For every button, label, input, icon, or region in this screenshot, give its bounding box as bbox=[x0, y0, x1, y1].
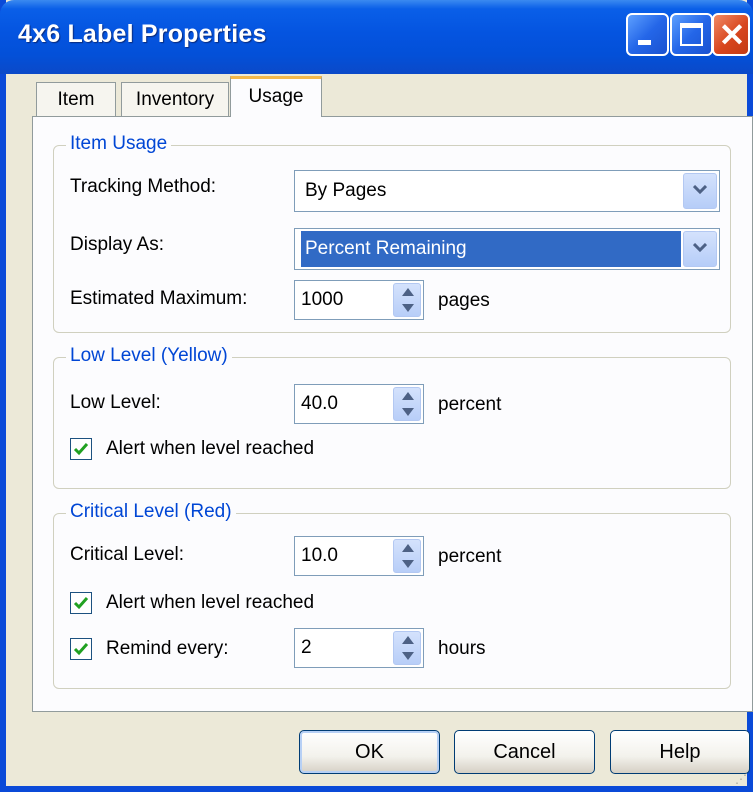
arrow-up-icon bbox=[402, 636, 414, 644]
low-level-alert-checkbox[interactable] bbox=[70, 438, 92, 460]
title-bar[interactable]: 4x6 Label Properties ✕ bbox=[0, 0, 753, 74]
arrow-down-icon bbox=[402, 304, 414, 312]
chevron-down-icon bbox=[693, 185, 707, 195]
estimated-maximum-stepper[interactable]: 1000 bbox=[294, 280, 424, 320]
low-level-legend: Low Level (Yellow) bbox=[66, 345, 232, 367]
checkmark-icon bbox=[73, 643, 89, 656]
display-as-dropdown-button[interactable] bbox=[683, 231, 717, 267]
help-button[interactable]: Help bbox=[610, 730, 750, 774]
arrow-down-icon bbox=[402, 652, 414, 660]
tracking-method-value: By Pages bbox=[305, 180, 387, 201]
low-level-alert-label: Alert when level reached bbox=[106, 438, 315, 459]
critical-level-alert-checkbox[interactable] bbox=[70, 592, 92, 614]
estimated-maximum-value: 1000 bbox=[301, 289, 344, 310]
arrow-up-icon bbox=[402, 544, 414, 552]
maximize-button[interactable] bbox=[670, 13, 713, 56]
window-title: 4x6 Label Properties bbox=[18, 20, 267, 48]
remind-every-label: Remind every: bbox=[106, 638, 229, 659]
arrow-up-icon bbox=[402, 288, 414, 296]
maximize-icon bbox=[680, 23, 703, 46]
arrow-down-icon bbox=[402, 408, 414, 416]
close-button[interactable]: ✕ bbox=[712, 13, 750, 56]
tracking-method-label: Tracking Method: bbox=[70, 176, 217, 197]
critical-level-legend: Critical Level (Red) bbox=[66, 501, 236, 523]
remind-every-checkbox[interactable] bbox=[70, 638, 92, 660]
critical-level-spin-button[interactable] bbox=[393, 539, 421, 573]
arrow-down-icon bbox=[402, 560, 414, 568]
item-usage-group: Item Usage Tracking Method: By Pages Dis… bbox=[53, 133, 731, 333]
low-level-spin-button[interactable] bbox=[393, 387, 421, 421]
critical-level-label: Critical Level: bbox=[70, 544, 185, 565]
low-level-group: Low Level (Yellow) Low Level: 40.0 perce… bbox=[53, 345, 731, 489]
resize-grip-icon[interactable]: ⋰ bbox=[735, 773, 747, 785]
remind-every-value: 2 bbox=[301, 637, 312, 658]
estimated-maximum-label: Estimated Maximum: bbox=[70, 288, 248, 309]
low-level-label: Low Level: bbox=[70, 392, 161, 413]
critical-level-group: Critical Level (Red) Critical Level: 10.… bbox=[53, 501, 731, 689]
properties-dialog: 4x6 Label Properties ✕ Item Inventory Us… bbox=[0, 0, 753, 792]
ok-button[interactable]: OK bbox=[299, 730, 440, 774]
tracking-method-dropdown-button[interactable] bbox=[683, 173, 717, 209]
chevron-down-icon bbox=[693, 243, 707, 253]
low-level-stepper[interactable]: 40.0 bbox=[294, 384, 424, 424]
display-as-label: Display As: bbox=[70, 234, 164, 255]
estimated-maximum-unit: pages bbox=[438, 290, 490, 311]
checkmark-icon bbox=[73, 443, 89, 456]
arrow-up-icon bbox=[402, 392, 414, 400]
item-usage-legend: Item Usage bbox=[66, 133, 172, 155]
close-icon: ✕ bbox=[718, 17, 746, 53]
critical-level-alert-label: Alert when level reached bbox=[106, 592, 315, 613]
minimize-button[interactable] bbox=[626, 13, 669, 56]
critical-level-value: 10.0 bbox=[301, 545, 338, 566]
tracking-method-select[interactable]: By Pages bbox=[294, 170, 720, 212]
display-as-value: Percent Remaining bbox=[301, 231, 681, 267]
usage-tab-panel: Item Usage Tracking Method: By Pages Dis… bbox=[32, 116, 753, 712]
remind-every-spin-button[interactable] bbox=[393, 631, 421, 665]
remind-every-unit: hours bbox=[438, 638, 486, 659]
minimize-icon bbox=[638, 40, 651, 45]
tab-inventory[interactable]: Inventory bbox=[121, 82, 229, 116]
estimated-maximum-spin-button[interactable] bbox=[393, 283, 421, 317]
tab-usage[interactable]: Usage bbox=[230, 76, 322, 117]
critical-level-stepper[interactable]: 10.0 bbox=[294, 536, 424, 576]
checkmark-icon bbox=[73, 597, 89, 610]
display-as-select[interactable]: Percent Remaining bbox=[294, 228, 720, 270]
cancel-button[interactable]: Cancel bbox=[454, 730, 595, 774]
low-level-value: 40.0 bbox=[301, 393, 338, 414]
low-level-unit: percent bbox=[438, 394, 502, 415]
critical-level-unit: percent bbox=[438, 546, 502, 567]
tab-item[interactable]: Item bbox=[36, 82, 116, 116]
remind-every-stepper[interactable]: 2 bbox=[294, 628, 424, 668]
